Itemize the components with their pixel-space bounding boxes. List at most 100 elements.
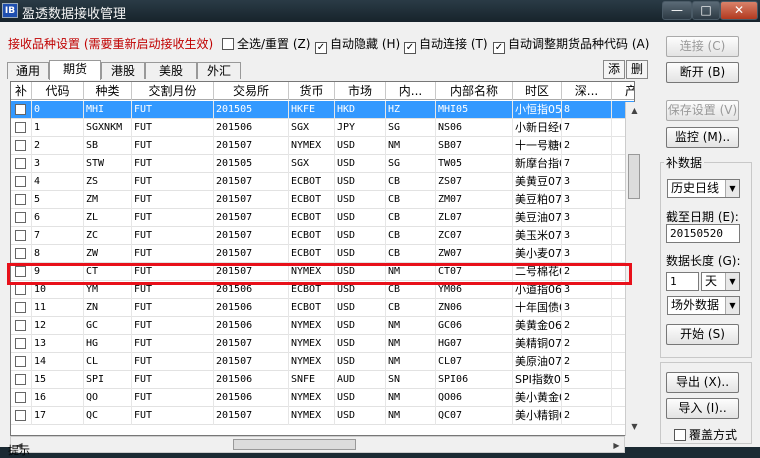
column-header[interactable]: 产 [612,82,634,100]
table-row[interactable]: 3STWFUT201505SGXUSDSGTW05新摩台指057 [11,155,634,173]
scroll-right-icon[interactable]: ▶ [608,437,625,454]
table-cell: 2 [562,389,612,407]
table-cell: 201507 [214,227,289,245]
row-checkbox[interactable] [15,392,26,403]
connect-button[interactable]: 连接 (C) [666,36,739,57]
history-type-select[interactable]: 历史日线 ▼ [667,179,740,198]
table-row[interactable]: 11ZNFUT201506ECBOTUSDCBZN06十年国债063 [11,299,634,317]
save-settings-button[interactable]: 保存设置 (V) [666,100,739,121]
table-cell: 12 [32,317,84,335]
tab-futures[interactable]: 期货 [49,60,101,80]
select-all-checkbox[interactable]: 全选/重置 (Z) [222,35,310,52]
table-row[interactable]: 15SPIFUT201506SNFEAUDSNSPI06SPI指数065 [11,371,634,389]
tab-general[interactable]: 通用 [7,62,49,79]
scroll-up-icon[interactable]: ▲ [626,102,643,119]
row-checkbox[interactable] [15,266,26,277]
row-checkbox[interactable] [15,374,26,385]
table-cell: YM06 [436,281,513,299]
table-row[interactable]: 13 HG FUT 201507 NYMEX USD NM HG07 美精铜07 2 [11,335,634,353]
row-checkbox[interactable] [15,158,26,169]
length-unit-select[interactable]: 天 ▼ [701,272,740,291]
table-row[interactable]: 6 ZL FUT 201507 ECBOT USD CB ZL07 美豆油07 3 [11,209,634,227]
column-header[interactable]: 交易所 [214,82,289,100]
table-row[interactable]: 16QOFUT201506NYMEXUSDNMQO06美小黄金062 [11,389,634,407]
table-row[interactable]: 1SGXNKMFUT201506SGXJPYSGNS06小新日经067 [11,119,634,137]
end-date-input[interactable]: 20150520 [666,224,740,243]
disconnect-button[interactable]: 断开 (B) [666,62,739,83]
row-checkbox[interactable] [15,284,26,295]
table-horizontal-scrollbar[interactable]: ◀ ▶ [10,436,625,453]
auto-connect-checkbox[interactable]: ✓ 自动连接 (T) [404,35,488,54]
table-row[interactable]: 2SBFUT201507NYMEXUSDNMSB07十一号糖072 [11,137,634,155]
data-length-input[interactable]: 1 [666,272,699,291]
column-header[interactable]: 代码 [32,82,84,100]
column-header[interactable]: 内部名称 [436,82,513,100]
table-cell: NYMEX [289,407,335,425]
delete-symbol-button[interactable]: 删 [626,60,648,79]
auto-hide-checkbox[interactable]: ✓ 自动隐藏 (H) [315,35,400,54]
column-header[interactable]: 交割月份 [132,82,214,100]
maximize-button[interactable]: □ [692,1,720,20]
table-row[interactable]: 7 ZC FUT 201507 ECBOT USD CB ZC07 美玉米07 3 [11,227,634,245]
table-cell: 13 [32,335,84,353]
row-checkbox[interactable] [15,212,26,223]
table-cell: ZL [84,209,132,227]
row-checkbox[interactable] [15,140,26,151]
table-cell: CB [386,299,436,317]
table-row[interactable]: 10 YM FUT 201506 ECBOT USD CB YM06 小道指06 3 [11,281,634,299]
table-cell: GC [84,317,132,335]
scroll-down-icon[interactable]: ▼ [626,418,643,435]
check-icon: ✓ [315,42,327,54]
symbol-table: 补 代码 种类 交割月份 交易所 货币 市场 内... 内部名称 时区 深...… [10,81,635,436]
table-row[interactable]: 4 ZS FUT 201507 ECBOT USD CB ZS07 美黄豆07 3 [11,173,634,191]
table-cell: ECBOT [289,281,335,299]
row-checkbox[interactable] [15,410,26,421]
table-vertical-scrollbar[interactable]: ▲ ▼ [625,102,642,436]
table-row[interactable]: 9CTFUT201507NYMEXUSDNMCT07二号棉花072 [11,263,634,281]
scrollbar-thumb[interactable] [628,154,640,199]
row-checkbox[interactable] [15,122,26,133]
overwrite-mode-checkbox[interactable]: 覆盖方式 [674,426,737,443]
column-header[interactable]: 内... [386,82,436,100]
column-header[interactable]: 市场 [335,82,386,100]
tab-us-stocks[interactable]: 美股 [145,62,197,79]
row-checkbox[interactable] [15,338,26,349]
row-checkbox[interactable] [15,320,26,331]
auto-adjust-code-checkbox[interactable]: ✓ 自动调整期货品种代码 (A) [493,35,649,54]
row-checkbox[interactable] [15,248,26,259]
add-symbol-button[interactable]: 添 [603,60,625,79]
row-checkbox[interactable] [15,176,26,187]
table-row[interactable]: 14 CL FUT 201507 NYMEX USD NM CL07 美原油07 2 [11,353,634,371]
minimize-button[interactable]: — [662,1,692,20]
column-header[interactable]: 种类 [84,82,132,100]
close-button[interactable]: ✕ [720,1,758,20]
table-row[interactable]: 12 GC FUT 201506 NYMEX USD NM GC06 美黄金06 2 [11,317,634,335]
scrollbar-thumb[interactable] [233,439,356,450]
tab-hk-stocks[interactable]: 港股 [101,62,145,79]
table-row[interactable]: 0 MHI FUT 201505 HKFE HKD HZ MHI05 小恒指05 8 [11,101,634,119]
row-select-cell [11,353,32,371]
table-cell: 3 [562,245,612,263]
table-cell: CB [386,191,436,209]
table-row[interactable]: 5 ZM FUT 201507 ECBOT USD CB ZM07 美豆粕07 3 [11,191,634,209]
table-cell: USD [335,209,386,227]
tab-forex[interactable]: 外汇 [197,62,241,79]
row-checkbox[interactable] [15,230,26,241]
table-cell: NM [386,137,436,155]
row-checkbox[interactable] [15,356,26,367]
monitor-button[interactable]: 监控 (M).. [666,127,739,148]
start-button[interactable]: 开始 (S) [666,324,739,345]
export-button[interactable]: 导出 (X).. [666,372,739,393]
row-checkbox[interactable] [15,194,26,205]
data-source-select[interactable]: 场外数据 ▼ [667,296,740,315]
row-checkbox[interactable] [15,302,26,313]
column-header[interactable]: 补 [11,82,32,100]
column-header[interactable]: 货币 [289,82,335,100]
column-header[interactable]: 时区 [513,82,562,100]
table-row[interactable]: 8 ZW FUT 201507 ECBOT USD CB ZW07 美小麦07 3 [11,245,634,263]
row-checkbox[interactable] [15,104,26,115]
column-header[interactable]: 深... [562,82,612,100]
import-button[interactable]: 导入 (I).. [666,398,739,419]
table-row[interactable]: 17QCFUT201507NYMEXUSDNMQC07美小精铜072 [11,407,634,425]
table-cell: 17 [32,407,84,425]
